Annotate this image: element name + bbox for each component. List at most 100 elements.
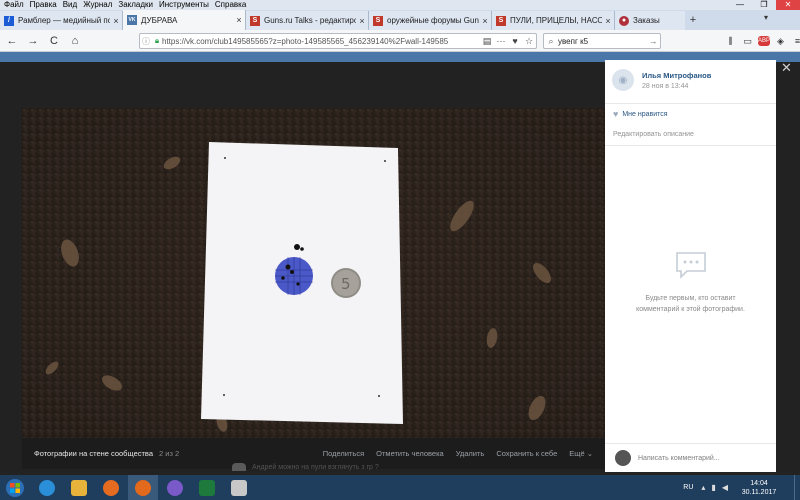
svg-text:5: 5 <box>341 275 351 293</box>
tray-arrow-icon[interactable]: ▴ <box>701 483 705 492</box>
close-window-button[interactable]: ✕ <box>776 0 800 10</box>
taskbar-media[interactable] <box>96 475 126 500</box>
clock[interactable]: 14:04 30.11.2017 <box>734 479 784 497</box>
sidebar-icon[interactable]: ▭ <box>739 33 756 49</box>
lock-icon: 🔒︎ <box>154 36 160 45</box>
background-comment-text: Андрей можно на пули взглянуть з гр ? <box>252 463 379 471</box>
album-title[interactable]: Фотографии на стене сообщества <box>34 449 153 458</box>
menu-tools[interactable]: Инструменты <box>159 0 209 10</box>
ie-icon <box>39 479 55 496</box>
share-button[interactable]: Поделиться <box>323 449 364 458</box>
tab-label: ДУБРАВА <box>141 15 178 25</box>
forward-icon[interactable]: → <box>24 32 42 50</box>
info-icon[interactable]: ⓘ <box>140 36 152 47</box>
like-button[interactable]: ♥ Мне нравится <box>605 104 776 124</box>
more-button[interactable]: Ещё ⌄ <box>569 449 593 458</box>
window-controls: — ❐ ✕ <box>728 0 800 10</box>
new-tab-button[interactable]: + <box>685 14 701 26</box>
comment-input[interactable]: Написать комментарий... <box>638 455 720 462</box>
tab-guns-forums[interactable]: S оружейные форумы Guns.ru × <box>369 11 492 30</box>
taskbar-explorer[interactable] <box>64 475 94 500</box>
minimize-button[interactable]: — <box>728 0 752 10</box>
vk-icon: VK <box>127 15 137 25</box>
tab-dubrava[interactable]: VK ДУБРАВА × <box>123 10 246 30</box>
windows-logo-icon <box>6 478 24 497</box>
search-icon: ⌕ <box>548 35 554 46</box>
camera-icon[interactable]: ◉ <box>612 69 634 91</box>
windows-taskbar: RU ▴ ▮ ◀ 14:04 30.11.2017 <box>0 475 800 500</box>
back-icon[interactable]: ← <box>3 32 21 50</box>
taskbar-paint[interactable] <box>224 475 254 500</box>
paint-icon <box>231 479 247 496</box>
folder-icon <box>71 479 87 496</box>
taskbar-excel[interactable] <box>192 475 222 500</box>
tab-close-icon[interactable]: × <box>602 16 614 26</box>
menu-view[interactable]: Вид <box>63 0 77 10</box>
bookmark-icon[interactable]: ☆ <box>522 36 536 47</box>
guns-icon: S <box>250 15 260 26</box>
maximize-button[interactable]: ❐ <box>752 0 776 10</box>
menu-bookmarks[interactable]: Закладки <box>118 0 153 10</box>
reader-icon[interactable]: ▤ <box>480 36 494 47</box>
extension-icon[interactable]: ◈ <box>772 33 789 49</box>
tab-rambler[interactable]: / Рамблер — медийный портал × <box>0 11 123 30</box>
network-icon[interactable]: ▮ <box>711 483 715 492</box>
edit-description-link[interactable]: Редактировать описание <box>605 124 776 146</box>
tab-close-icon[interactable]: × <box>110 16 122 26</box>
adblock-icon[interactable]: ABP <box>758 36 770 46</box>
tab-puli[interactable]: S ПУЛИ, ПРИЦЕЛЫ, НАСОСЫ, С × <box>492 11 615 30</box>
search-input[interactable]: увепг к5 <box>558 37 646 46</box>
delete-button[interactable]: Удалить <box>456 449 485 458</box>
menu-history[interactable]: Журнал <box>83 0 112 10</box>
background-comment: Андрей можно на пули взглянуть з гр ? <box>232 463 379 471</box>
excel-icon <box>199 479 215 496</box>
language-indicator[interactable]: RU <box>683 484 693 491</box>
taskbar-firefox[interactable] <box>128 475 158 500</box>
viber-icon <box>167 479 183 496</box>
menu-file[interactable]: Файл <box>4 0 24 10</box>
guns-icon: S <box>373 15 383 26</box>
url-text[interactable]: https://vk.com/club149585565?z=photo-149… <box>162 37 480 46</box>
volume-icon[interactable]: ◀ <box>722 483 728 492</box>
comment-bubble-icon <box>675 252 706 279</box>
avatar <box>232 463 246 471</box>
empty-comments: Будьте первым, кто оставит комментарий к… <box>605 250 776 315</box>
tab-close-icon[interactable]: × <box>479 16 491 26</box>
tag-person-button[interactable]: Отметить человека <box>376 449 444 458</box>
search-box[interactable]: ⌕ увепг к5 → <box>543 33 661 49</box>
pocket-icon[interactable]: ♥ <box>508 36 522 46</box>
library-icon[interactable]: ⫼ <box>722 33 739 49</box>
tab-guns-talks[interactable]: S Guns.ru Talks - редактирование × <box>246 11 369 30</box>
menu-help[interactable]: Справка <box>215 0 246 10</box>
menu-edit[interactable]: Правка <box>30 0 57 10</box>
tab-label: ПУЛИ, ПРИЦЕЛЫ, НАСОСЫ, С <box>510 16 602 25</box>
url-bar[interactable]: ⓘ 🔒︎ https://vk.com/club149585565?z=phot… <box>139 33 537 49</box>
tab-close-icon[interactable]: × <box>233 15 245 25</box>
save-to-self-button[interactable]: Сохранить к себе <box>496 449 557 458</box>
tab-close-icon[interactable]: × <box>356 16 368 26</box>
close-viewer-icon[interactable]: ✕ <box>781 60 792 76</box>
firefox-icon <box>135 479 151 496</box>
post-date[interactable]: 28 ноя в 13:44 <box>642 83 688 90</box>
home-icon[interactable]: ⌂ <box>66 32 84 50</box>
comment-input-area[interactable]: Написать комментарий... <box>605 443 776 472</box>
tab-list-icon[interactable]: ▾ <box>764 13 768 22</box>
author-name[interactable]: Илья Митрофанов <box>642 71 711 80</box>
start-button[interactable] <box>0 475 30 500</box>
photo-counter: 2 из 2 <box>159 449 180 458</box>
search-go-icon[interactable]: → <box>646 36 660 46</box>
show-desktop-button[interactable] <box>794 475 800 500</box>
reload-icon[interactable]: C <box>45 32 63 50</box>
rambler-icon: / <box>4 15 14 26</box>
photo-image[interactable]: 5 <box>22 108 605 438</box>
system-tray: RU ▴ ▮ ◀ 14:04 30.11.2017 <box>683 475 800 500</box>
avatar <box>615 450 631 466</box>
more-icon[interactable]: ··· <box>494 36 508 46</box>
tab-orders[interactable]: ● Заказы <box>615 11 685 30</box>
taskbar-viber[interactable] <box>160 475 190 500</box>
hamburger-menu-icon[interactable]: ≡ <box>789 33 800 49</box>
heart-icon: ♥ <box>613 109 619 119</box>
tab-label: Guns.ru Talks - редактирование <box>264 16 356 25</box>
taskbar-ie[interactable] <box>32 475 62 500</box>
navigation-bar: ← → C ⌂ ⓘ 🔒︎ https://vk.com/club14958556… <box>0 30 800 52</box>
